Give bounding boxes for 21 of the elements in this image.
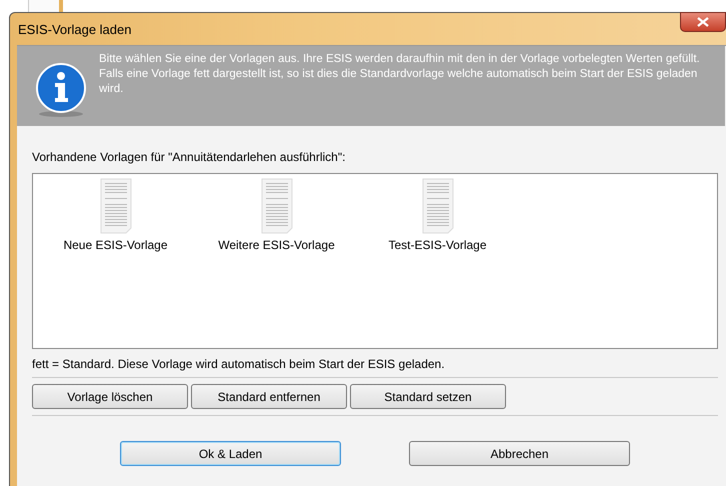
close-icon	[697, 17, 709, 27]
close-button[interactable]	[680, 12, 726, 32]
legend-text: fett = Standard. Diese Vorlage wird automatisch beim Start der ESIS geladen.	[32, 357, 446, 371]
list-label: Vorhandene Vorlagen für "Annuitätendarlehen ausführlich":	[32, 150, 346, 164]
template-name: Weitere ESIS-Vorlage	[218, 238, 335, 252]
template-button[interactable]: Standard entfernen	[191, 384, 347, 409]
template-name: Test-ESIS-Vorlage	[388, 238, 487, 252]
document-icon	[98, 178, 132, 234]
document-icon	[420, 178, 454, 234]
template-name: Neue ESIS-Vorlage	[63, 238, 168, 252]
info-text: Bitte wählen Sie eine der Vorlagen aus. Ihre ESIS werden daraufhin mit den in der Vorlage vorbelegten Werten gefüllt. Falls eine Vorlage fett dargestellt ist, so ist dies die Standardvorlage welche automatisch beim Start der ESIS geladen wird.	[99, 52, 701, 97]
template-button[interactable]: Standard setzen	[350, 384, 506, 409]
template-item[interactable]: Neue ESIS-Vorlage	[37, 178, 194, 348]
dialog-button[interactable]: Abbrechen	[409, 441, 630, 466]
document-icon	[260, 178, 294, 234]
template-button[interactable]: Vorlage löschen	[32, 384, 188, 409]
template-item[interactable]: Weitere ESIS-Vorlage	[198, 178, 355, 348]
template-item[interactable]: Test-ESIS-Vorlage	[359, 178, 516, 348]
dialog-button[interactable]: Ok & Laden	[120, 441, 341, 466]
window-title: ESIS-Vorlage laden	[18, 22, 132, 36]
info-icon	[35, 62, 87, 118]
